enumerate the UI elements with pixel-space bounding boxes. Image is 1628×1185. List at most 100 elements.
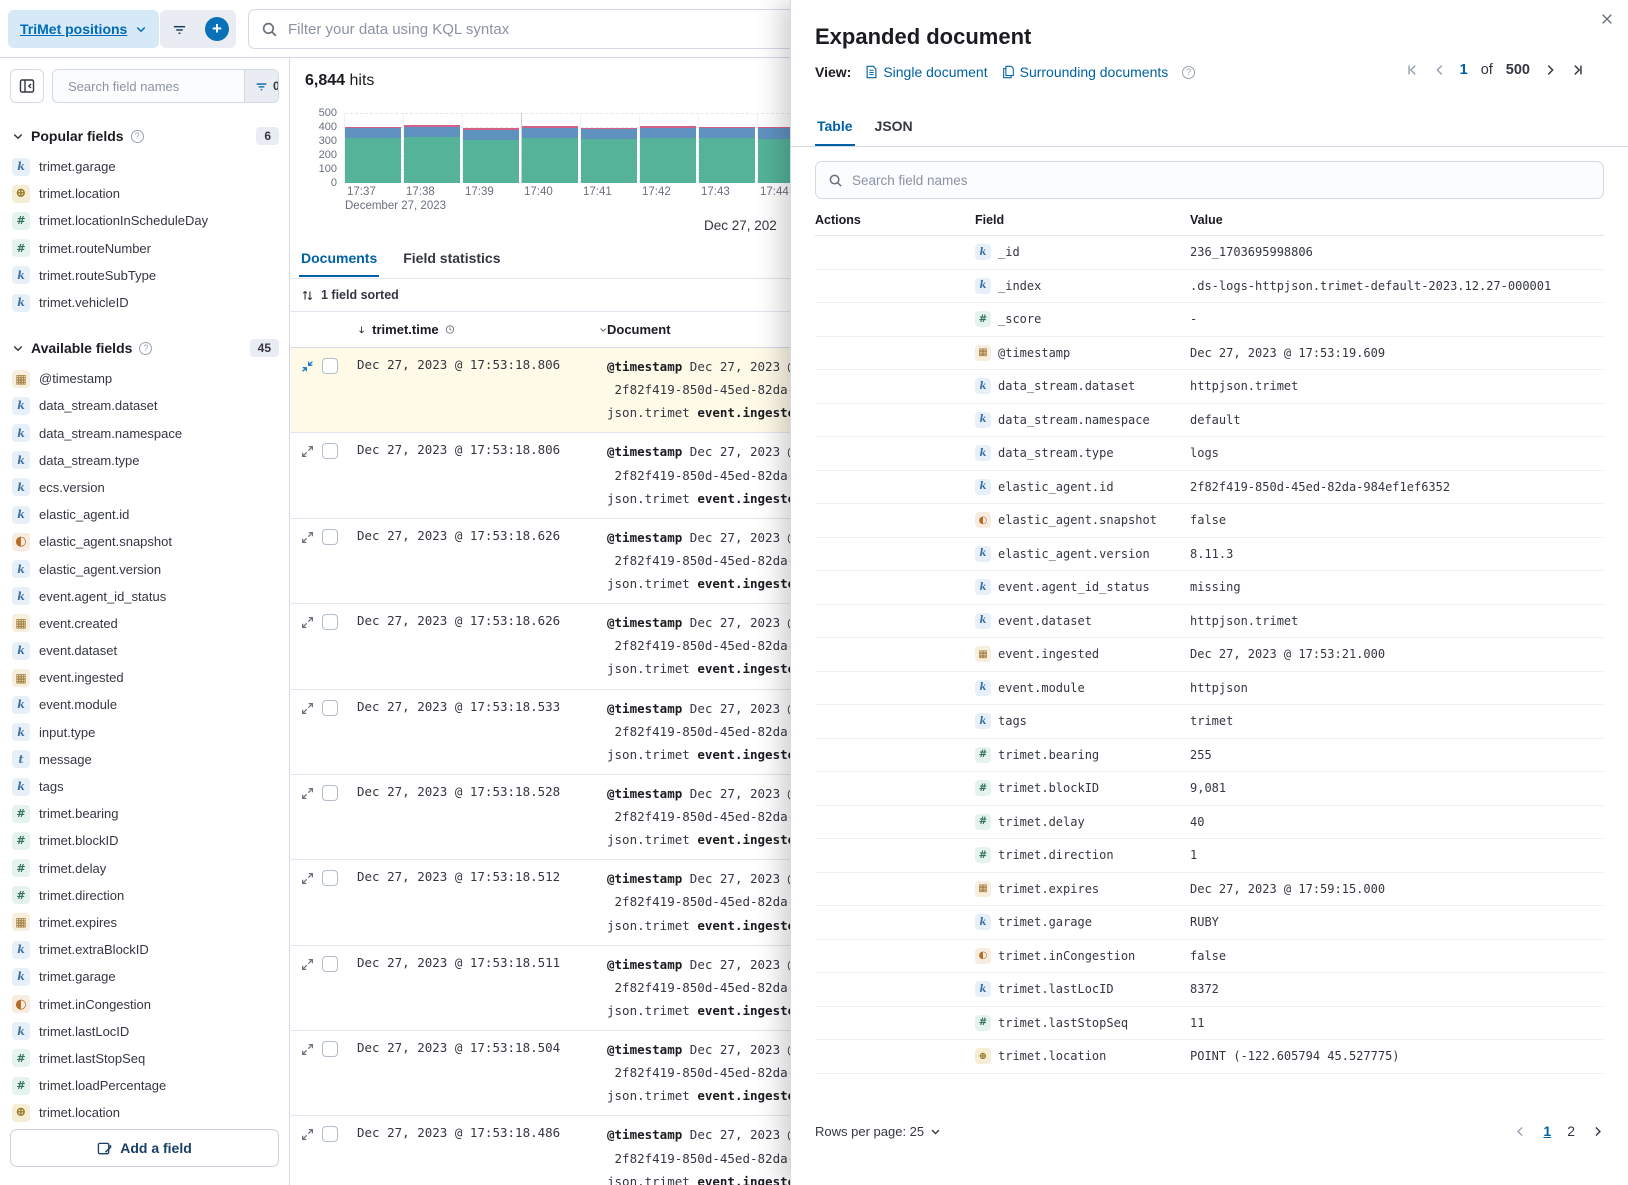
sidebar-field-trimet.lastStopSeq[interactable]: #trimet.lastStopSeq (0, 1045, 289, 1072)
column-menu-chevron-icon[interactable] (599, 324, 607, 335)
bar-segment-series-blue[interactable] (522, 128, 578, 138)
flyout-field-row-trimet.garage[interactable]: ktrimet.garage RUBY (815, 906, 1604, 940)
sidebar-field-trimet.delay[interactable]: #trimet.delay (0, 855, 289, 882)
row-checkbox[interactable] (322, 700, 338, 716)
flyout-field-row-_score[interactable]: #_score - (815, 303, 1604, 337)
expand-document-icon[interactable] (301, 1128, 314, 1141)
sidebar-field-search[interactable]: 0 (52, 69, 279, 103)
flyout-field-row-_index[interactable]: k_index .ds-logs-httpjson.trimet-default… (815, 270, 1604, 304)
histogram-bar-17:42[interactable] (640, 126, 696, 183)
flyout-field-row-trimet.lastStopSeq[interactable]: #trimet.lastStopSeq 11 (815, 1007, 1604, 1041)
tab-documents[interactable]: Documents (299, 244, 379, 277)
flyout-field-row-elastic_agent.id[interactable]: kelastic_agent.id 2f82f419-850d-45ed-82d… (815, 471, 1604, 505)
histogram-bar-17:37[interactable] (345, 127, 401, 183)
sidebar-field-trimet.locationInScheduleDay[interactable]: #trimet.locationInScheduleDay (0, 207, 289, 234)
flyout-field-row-data_stream.dataset[interactable]: kdata_stream.dataset httpjson.trimet (815, 370, 1604, 404)
row-checkbox[interactable] (322, 870, 338, 886)
flyout-field-search[interactable] (815, 161, 1604, 199)
expand-document-icon[interactable] (301, 1043, 314, 1056)
row-checkbox[interactable] (322, 614, 338, 630)
sidebar-field-event.dataset[interactable]: kevent.dataset (0, 637, 289, 664)
next-page-button[interactable] (1543, 63, 1557, 77)
flyout-field-row-event.agent_id_status[interactable]: kevent.agent_id_status missing (815, 571, 1604, 605)
sidebar-field-trimet.expires[interactable]: ▦trimet.expires (0, 909, 289, 936)
sidebar-field-input.type[interactable]: kinput.type (0, 719, 289, 746)
row-checkbox[interactable] (322, 358, 338, 374)
close-flyout-button[interactable] (1600, 12, 1614, 26)
sidebar-field-event.ingested[interactable]: ▦event.ingested (0, 664, 289, 691)
sidebar-filter-button[interactable]: 0 (244, 70, 279, 102)
expand-document-icon[interactable] (301, 616, 314, 629)
expand-document-icon[interactable] (301, 958, 314, 971)
last-page-button[interactable] (1570, 63, 1584, 77)
row-checkbox[interactable] (322, 529, 338, 545)
flyout-field-row-trimet.expires[interactable]: ▦trimet.expires Dec 27, 2023 @ 17:59:15.… (815, 873, 1604, 907)
sidebar-field-trimet.direction[interactable]: #trimet.direction (0, 882, 289, 909)
flyout-field-row-data_stream.namespace[interactable]: kdata_stream.namespace default (815, 404, 1604, 438)
filter-button[interactable] (160, 10, 198, 48)
expand-document-icon[interactable] (301, 872, 314, 885)
flyout-field-row-trimet.location[interactable]: ⊕trimet.location POINT (-122.605794 45.5… (815, 1040, 1604, 1074)
bar-segment-series-green[interactable] (345, 138, 401, 183)
sidebar-field-event.module[interactable]: kevent.module (0, 691, 289, 718)
bar-segment-series-blue[interactable] (581, 129, 637, 139)
collapse-document-icon[interactable] (301, 360, 314, 373)
flyout-field-row-event.ingested[interactable]: ▦event.ingested Dec 27, 2023 @ 17:53:21.… (815, 638, 1604, 672)
histogram-bar-17:38[interactable] (404, 125, 460, 183)
flyout-field-row-@timestamp[interactable]: ▦@timestamp Dec 27, 2023 @ 17:53:19.609 (815, 337, 1604, 371)
histogram-bar-17:41[interactable] (581, 128, 637, 183)
sidebar-field-elastic_agent.snapshot[interactable]: ◐elastic_agent.snapshot (0, 528, 289, 555)
histogram-bar-17:43[interactable] (699, 127, 755, 183)
sidebar-field-trimet.extraBlockID[interactable]: ktrimet.extraBlockID (0, 936, 289, 963)
row-checkbox[interactable] (322, 443, 338, 459)
row-checkbox[interactable] (322, 1041, 338, 1057)
sidebar-field-event.agent_id_status[interactable]: kevent.agent_id_status (0, 583, 289, 610)
expand-document-icon[interactable] (301, 787, 314, 800)
bar-segment-series-blue[interactable] (699, 128, 755, 138)
bar-segment-series-blue[interactable] (404, 127, 460, 137)
sidebar-field-trimet.lastLocID[interactable]: ktrimet.lastLocID (0, 1018, 289, 1045)
bar-segment-series-blue[interactable] (640, 128, 696, 138)
sidebar-field-trimet.inCongestion[interactable]: ◐trimet.inCongestion (0, 990, 289, 1017)
previous-page-button[interactable] (1433, 63, 1447, 77)
sidebar-field-message[interactable]: tmessage (0, 746, 289, 773)
sidebar-field-trimet.vehicleID[interactable]: ktrimet.vehicleID (0, 289, 289, 316)
time-column-header[interactable]: trimet.time (357, 322, 607, 337)
prev-table-page-button[interactable] (1514, 1125, 1527, 1138)
available-fields-header[interactable]: Available fields ? 45 (0, 325, 289, 361)
bar-segment-series-green[interactable] (404, 137, 460, 183)
flyout-field-row-trimet.bearing[interactable]: #trimet.bearing 255 (815, 739, 1604, 773)
tab-table[interactable]: Table (815, 114, 855, 146)
flyout-field-row-event.module[interactable]: kevent.module httpjson (815, 672, 1604, 706)
add-field-button[interactable]: Add a field (10, 1129, 279, 1167)
bar-segment-series-blue[interactable] (345, 128, 401, 139)
add-filter-button[interactable]: + (198, 10, 236, 48)
histogram-bar-17:39[interactable] (463, 128, 519, 183)
sidebar-field-data_stream.type[interactable]: kdata_stream.type (0, 447, 289, 474)
tab-field-statistics[interactable]: Field statistics (401, 244, 502, 277)
sidebar-field-event.created[interactable]: ▦event.created (0, 610, 289, 637)
flyout-field-row-tags[interactable]: ktags trimet (815, 705, 1604, 739)
row-checkbox[interactable] (322, 956, 338, 972)
flyout-field-row-trimet.direction[interactable]: #trimet.direction 1 (815, 839, 1604, 873)
rows-per-page-button[interactable]: Rows per page: 25 (815, 1124, 941, 1139)
sidebar-field-trimet.garage[interactable]: ktrimet.garage (0, 963, 289, 990)
popular-fields-header[interactable]: Popular fields ? 6 (0, 113, 289, 149)
flyout-field-row-trimet.lastLocID[interactable]: ktrimet.lastLocID 8372 (815, 973, 1604, 1007)
bar-segment-series-green[interactable] (581, 139, 637, 183)
expand-document-icon[interactable] (301, 531, 314, 544)
sidebar-field-tags[interactable]: ktags (0, 773, 289, 800)
sidebar-field-data_stream.namespace[interactable]: kdata_stream.namespace (0, 420, 289, 447)
flyout-field-row-_id[interactable]: k_id 236_1703695998806 (815, 236, 1604, 270)
bar-segment-series-green[interactable] (699, 138, 755, 183)
sidebar-field-ecs.version[interactable]: kecs.version (0, 474, 289, 501)
flyout-field-row-elastic_agent.snapshot[interactable]: ◐elastic_agent.snapshot false (815, 504, 1604, 538)
view-single-document-link[interactable]: Single document (865, 64, 987, 80)
first-page-button[interactable] (1406, 63, 1420, 77)
sidebar-field-trimet.routeSubType[interactable]: ktrimet.routeSubType (0, 262, 289, 289)
next-table-page-button[interactable] (1591, 1125, 1604, 1138)
view-surrounding-documents-link[interactable]: Surrounding documents (1002, 64, 1169, 80)
flyout-field-row-trimet.inCongestion[interactable]: ◐trimet.inCongestion false (815, 940, 1604, 974)
flyout-field-row-trimet.blockID[interactable]: #trimet.blockID 9,081 (815, 772, 1604, 806)
sidebar-field-@timestamp[interactable]: ▦@timestamp (0, 365, 289, 392)
